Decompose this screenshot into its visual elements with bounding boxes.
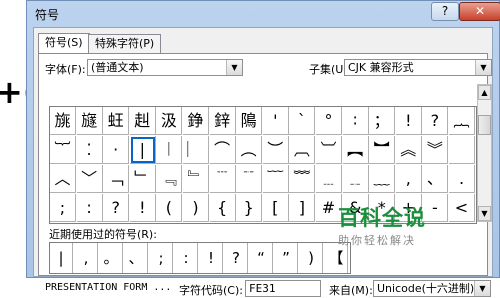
symbol-cell[interactable]: ﹋ [262,165,289,193]
symbol-cell[interactable]: ' [262,107,289,135]
chevron-down-icon: ▼ [226,60,242,75]
symbol-cell[interactable]: | [129,136,156,164]
from-select[interactable]: Unicode(十六进制) ▼ [373,280,491,297]
symbol-cell[interactable]: ︳ [183,136,209,164]
symbol-cell[interactable]: ﹂ [129,165,156,193]
watermark-subtitle: 助你轻松解决 [338,234,416,247]
recent-symbol[interactable]: 。 [100,243,123,273]
title-bar: 符号 ? ✕ [27,1,500,25]
symbol-cell[interactable] [449,136,475,164]
from-select-value: Unicode(十六进制) [377,282,475,295]
symbol-cell[interactable]: ] [289,194,316,222]
symbol-cell[interactable]: ∶ [342,107,369,135]
symbol-cell[interactable]: ﹁ [103,165,130,193]
symbol-cell[interactable]: ﹌ [289,165,316,193]
symbol-cell[interactable]: ° [316,107,342,135]
symbol-cell[interactable]: ︾ [422,136,449,164]
symbol-cell[interactable]: ` [289,107,316,135]
scroll-up-icon[interactable]: ▲ [478,85,491,100]
symbol-cell[interactable]: ︼ [369,136,396,164]
help-button[interactable]: ? [431,2,459,21]
recent-label: 近期使用过的符号(R): [49,228,157,241]
tab-symbols[interactable]: 符号(S) [38,33,90,54]
symbol-cell[interactable]: ︺ [316,136,342,164]
watermark-title: 百科全说 [338,206,426,230]
recent-symbol[interactable]: , [75,243,98,273]
symbol-cell[interactable]: ? [103,194,130,222]
symbol-cell[interactable]: ! [129,194,156,222]
from-label: 来自(M): [329,284,373,297]
symbol-cell[interactable]: ︵ [236,136,263,164]
symbol-cell[interactable]: 錚 [183,107,209,135]
symbol-cell[interactable]: ⁚ [76,136,103,164]
dialog-title: 符号 [35,8,60,22]
symbol-cell[interactable]: ﹉ [209,165,236,193]
symbol-cell[interactable]: ︶ [262,136,289,164]
watermark-logo: 百科全说 助你轻松解决 [338,202,458,248]
subset-select[interactable]: CJK 兼容形式 ▼ [344,59,492,76]
chevron-down-icon: ▼ [475,60,491,75]
recent-symbol[interactable]: ” [275,243,298,273]
recent-symbol[interactable]: : [175,243,198,273]
symbol-cell[interactable]: ︽ [395,136,422,164]
symbol-cell[interactable]: ! [395,107,422,135]
symbol-cell[interactable]: 赳 [129,107,156,135]
recent-symbol[interactable]: ! [200,243,223,273]
symbol-cell[interactable]: ﹄ [183,165,209,193]
symbol-cell[interactable]: 鋅 [209,107,236,135]
close-button[interactable]: ✕ [459,2,500,21]
recent-symbol[interactable]: ) [300,243,323,273]
symbol-cell[interactable]: ︸ [50,136,76,164]
char-name: PRESENTATION FORM ... [45,282,172,293]
recent-symbols[interactable]: |,。、;:!? “”) 【 [49,242,351,274]
symbol-cell[interactable]: 隝 [236,107,263,135]
symbol-cell[interactable]: ; [50,194,76,222]
symbol-cell[interactable]: ︱ [156,136,183,164]
symbol-grid-scrollbar[interactable]: ▲ ▼ [477,84,492,222]
symbol-cell[interactable]: · [103,136,130,164]
recent-symbol[interactable]: “ [250,243,273,273]
recent-symbol[interactable]: ; [150,243,173,273]
symbol-cell[interactable]: ﹀ [76,165,103,193]
symbol-cell[interactable]: ﹃ [156,165,183,193]
symbol-cell[interactable]: 蚟 [103,107,130,135]
symbol-cell[interactable]: ﹍ [316,165,342,193]
scroll-down-icon[interactable]: ▼ [478,206,491,221]
scroll-thumb[interactable] [478,115,491,135]
symbol-cell[interactable]: 、 [422,165,449,193]
symbol-cell[interactable]: ( [156,194,183,222]
symbol-cell[interactable]: ﹊ [236,165,263,193]
symbol-cell[interactable]: ? [422,107,449,135]
symbol-cell[interactable]: ) [183,194,209,222]
font-select[interactable]: (普通文本) ▼ [87,59,243,76]
char-code-value: FE31 [249,282,276,295]
recent-symbol[interactable]: 、 [125,243,148,273]
symbol-cell[interactable]: 旞 [76,107,103,135]
symbol-cell[interactable]: , [395,165,422,193]
symbol-cell[interactable]: [ [262,194,289,222]
symbol-cell[interactable]: ﹏ [369,165,396,193]
symbol-cell[interactable]: } [236,194,263,222]
symbol-cell[interactable]: ︻ [342,136,369,164]
symbol-cell[interactable]: ︷ [449,107,475,135]
symbol-cell[interactable]: ； [369,107,396,135]
tab-special-chars[interactable]: 特殊字符(P) [88,34,162,53]
recent-symbol[interactable]: | [50,243,73,273]
font-select-value: (普通文本) [91,61,144,74]
symbol-cell[interactable]: ︹ [289,136,316,164]
char-code-input[interactable]: FE31 [245,280,321,297]
symbol-cell[interactable]: 旐 [50,107,76,135]
symbol-cell[interactable]: : [76,194,103,222]
recent-symbol[interactable]: ? [225,243,248,273]
chevron-down-icon: ▼ [474,281,490,296]
symbol-cell[interactable]: . [449,165,475,193]
symbol-cell[interactable]: { [209,194,236,222]
symbol-cell[interactable]: ︿ [50,165,76,193]
symbol-cell[interactable]: ⌒ [209,136,236,164]
symbol-cell[interactable]: 汲 [156,107,183,135]
subset-select-value: CJK 兼容形式 [348,61,414,74]
symbol-cell[interactable]: ﹎ [342,165,369,193]
char-code-label: 字符代码(C): [179,284,243,297]
font-label: 字体(F): [45,63,86,76]
